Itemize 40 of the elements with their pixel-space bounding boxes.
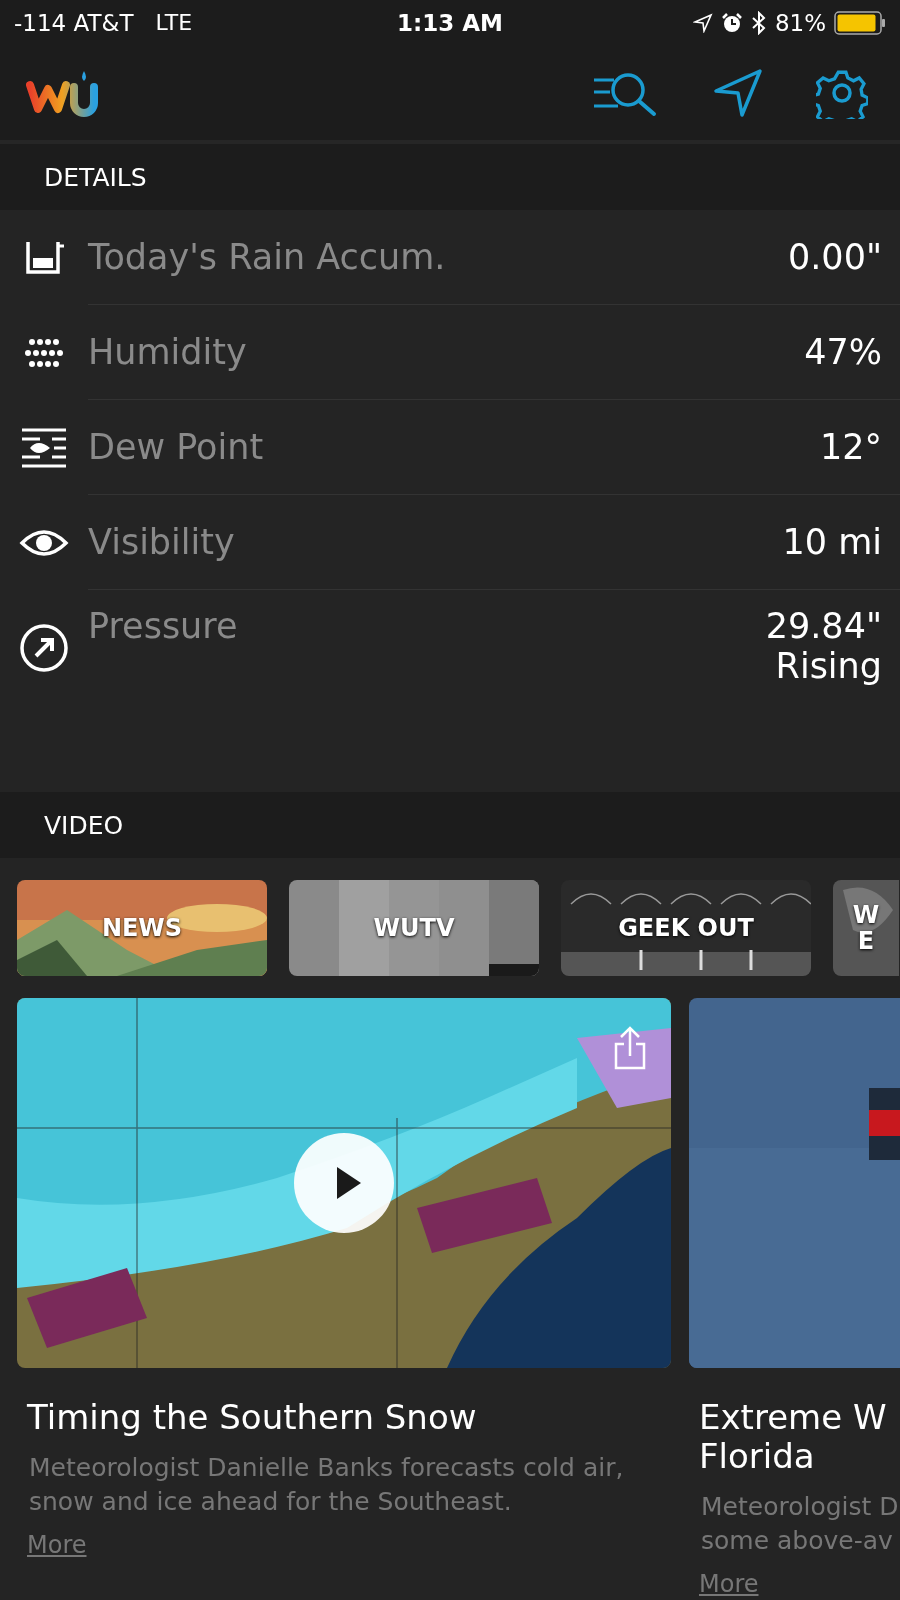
detail-label: Dew Point	[88, 427, 264, 467]
video-title: Extreme W Florida	[699, 1398, 888, 1477]
share-icon[interactable]	[613, 1026, 647, 1070]
category-tile[interactable]: W E	[833, 880, 899, 976]
clock-text: 1:13 AM	[397, 10, 503, 36]
more-link[interactable]: More	[699, 1569, 759, 1598]
detail-value: 0.00"	[787, 236, 882, 278]
network-text: LTE	[155, 10, 193, 36]
dots-icon	[23, 336, 65, 369]
trend-text: Rising	[775, 646, 882, 687]
category-label: GEEK OUT	[618, 914, 754, 942]
video-description: Meteorologist Danielle Banks forecasts cold air, snow and ice ahead for the Southeast.	[29, 1452, 625, 1518]
category-tile[interactable]: GEEK OUT	[561, 880, 811, 976]
logo-icon[interactable]	[26, 69, 100, 117]
detail-value: 29.84"	[765, 606, 882, 647]
detail-label: Visibility	[88, 522, 235, 562]
bluetooth-icon	[750, 11, 767, 35]
detail-value: 47%	[804, 331, 882, 373]
carrier-text: -114 AT&T	[14, 10, 134, 36]
category-label: NEWS	[101, 914, 183, 942]
category-label: W E	[852, 901, 880, 955]
detail-label: Today's Rain Accum.	[88, 237, 446, 277]
detail-value: 12°	[819, 426, 882, 468]
category-tile[interactable]: WUTV	[289, 880, 539, 976]
pressure-gauge-icon	[19, 623, 69, 673]
video-description: Meteorologist D some above-av	[701, 1491, 900, 1557]
category-tile[interactable]: NEWS	[17, 880, 267, 976]
location-arrow-icon	[692, 13, 713, 33]
battery-icon	[834, 11, 886, 35]
section-title: DETAILS	[44, 162, 147, 192]
battery-percent: 81%	[774, 10, 826, 36]
detail-value: 10 mi	[782, 521, 882, 563]
video-title: Timing the Southern Snow	[27, 1398, 478, 1438]
more-link[interactable]: More	[27, 1530, 87, 1559]
detail-label: Pressure	[88, 606, 238, 646]
category-label: WUTV	[373, 914, 455, 942]
location-arrow-icon[interactable]	[712, 67, 764, 119]
section-title: VIDEO	[44, 810, 124, 840]
detail-label: Humidity	[88, 332, 247, 372]
alarm-clock-icon	[720, 12, 743, 34]
